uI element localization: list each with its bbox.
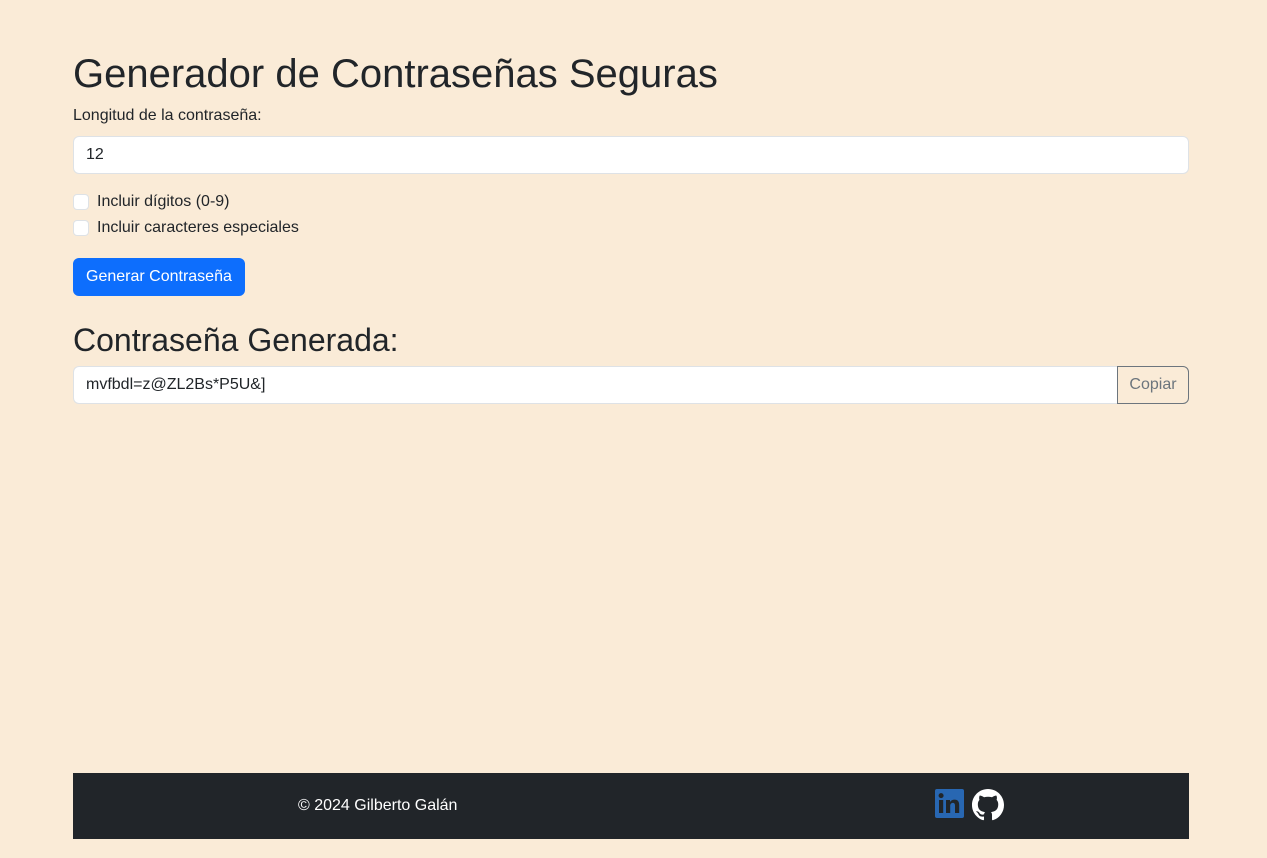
generated-password-field[interactable]	[73, 366, 1117, 404]
include-digits-label: Incluir dígitos (0-9)	[97, 193, 230, 210]
copy-button[interactable]: Copiar	[1117, 366, 1189, 404]
include-digits-checkbox[interactable]	[73, 194, 89, 210]
github-link[interactable]	[972, 789, 1004, 821]
result-title: Contraseña Generada:	[73, 322, 399, 358]
result-input-group: Copiar	[73, 366, 1189, 404]
linkedin-link[interactable]	[935, 789, 965, 819]
include-special-label: Incluir caracteres especiales	[97, 219, 299, 236]
include-digits-option[interactable]: Incluir dígitos (0-9)	[73, 191, 230, 213]
copyright-text: © 2024 Gilberto Galán	[298, 797, 458, 814]
include-special-checkbox[interactable]	[73, 220, 89, 236]
footer: © 2024 Gilberto Galán	[73, 773, 1189, 839]
linkedin-icon	[935, 789, 964, 818]
page-title: Generador de Contraseñas Seguras	[73, 52, 718, 96]
generate-password-button[interactable]: Generar Contraseña	[73, 258, 245, 296]
length-input[interactable]	[73, 136, 1189, 174]
length-label: Longitud de la contraseña:	[73, 107, 262, 124]
social-links	[935, 789, 1004, 821]
include-special-option[interactable]: Incluir caracteres especiales	[73, 217, 299, 239]
github-icon	[972, 789, 1004, 821]
